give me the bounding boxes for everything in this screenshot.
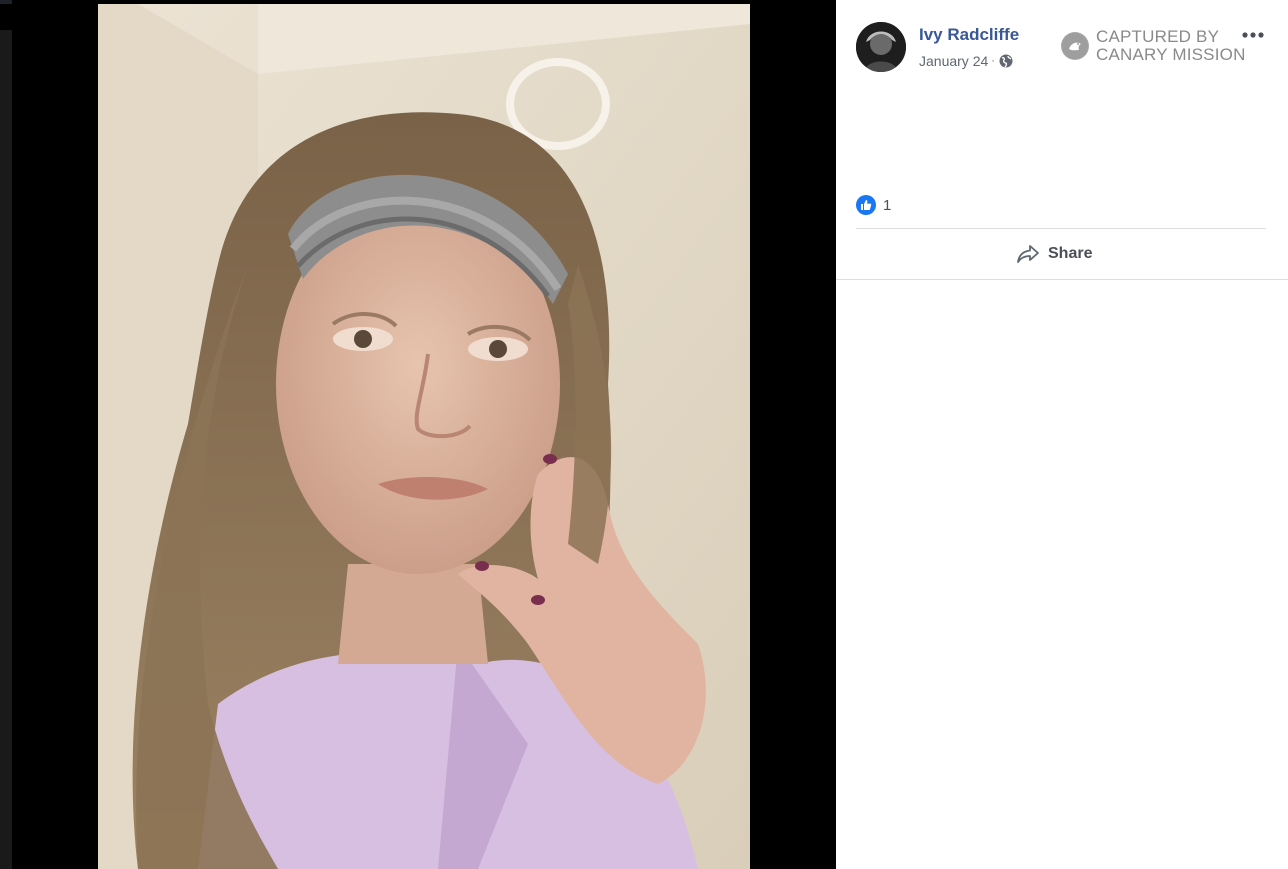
selfie-photo-illustration	[98, 4, 750, 869]
watermark-line-1: CAPTURED BY	[1096, 27, 1220, 46]
share-label: Share	[1048, 245, 1093, 262]
author-avatar[interactable]	[856, 22, 906, 72]
canary-mission-watermark: CAPTURED BY CANARY MISSION	[1061, 28, 1246, 64]
watermark-text: CAPTURED BY CANARY MISSION	[1096, 28, 1246, 64]
meta-separator: ·	[991, 55, 995, 67]
avatar-image	[856, 22, 906, 72]
reaction-count: 1	[883, 196, 892, 214]
more-options-button[interactable]	[1238, 24, 1268, 46]
post-side-panel: Ivy Radcliffe January 24 · CAPTURED BY C…	[836, 0, 1288, 869]
author-name-link[interactable]: Ivy Radcliffe	[919, 25, 1019, 45]
post-meta: January 24 ·	[919, 53, 1013, 69]
canary-bird-logo	[1061, 32, 1089, 60]
photo-viewer: Ivy Radcliffe January 24 · CAPTURED BY C…	[0, 0, 1288, 869]
share-button[interactable]: Share	[1016, 240, 1092, 268]
reactions-summary[interactable]: 1	[856, 195, 891, 215]
watermark-line-2: CANARY MISSION	[1096, 45, 1246, 64]
like-icon	[856, 195, 876, 215]
post-header: Ivy Radcliffe January 24 · CAPTURED BY C…	[836, 0, 1288, 90]
more-options-icon	[1242, 32, 1264, 38]
panel-section-divider	[836, 279, 1288, 280]
left-edge-bar	[0, 30, 12, 869]
post-photo[interactable]	[98, 4, 750, 869]
globe-icon[interactable]	[999, 54, 1013, 68]
post-date[interactable]: January 24	[919, 53, 988, 69]
share-arrow-icon	[1017, 245, 1039, 263]
photo-stage	[12, 0, 836, 869]
actions-divider	[856, 228, 1266, 229]
